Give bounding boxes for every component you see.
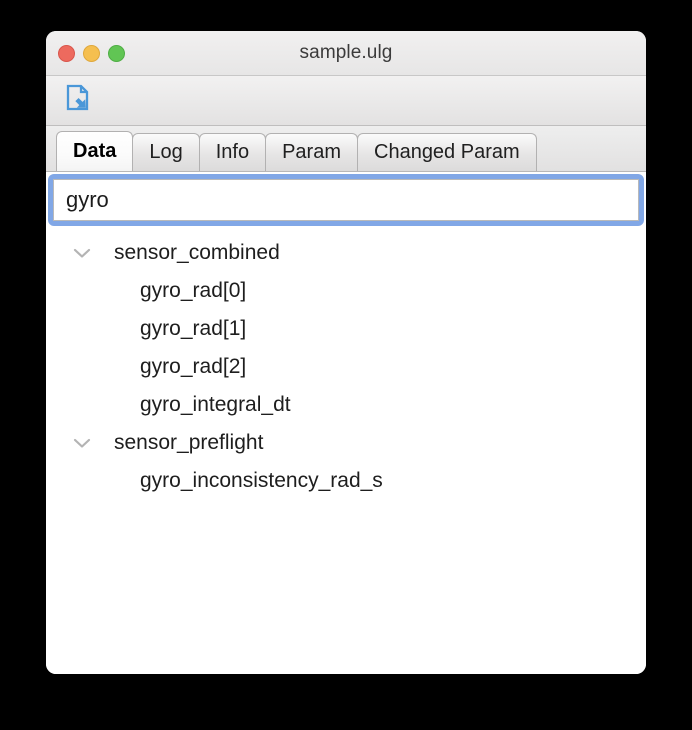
tree-item-gyro-inconsistency-rad-s[interactable]: gyro_inconsistency_rad_s	[46, 462, 646, 500]
tree-item-label: gyro_inconsistency_rad_s	[140, 469, 383, 492]
tab-param-label: Param	[282, 141, 341, 163]
tab-param[interactable]: Param	[265, 133, 358, 171]
window-controls	[58, 31, 125, 75]
tab-changed-param[interactable]: Changed Param	[357, 133, 537, 171]
tree-item-label: gyro_integral_dt	[140, 393, 291, 416]
tree-item-gyro-integral-dt[interactable]: gyro_integral_dt	[46, 386, 646, 424]
tab-data-label: Data	[73, 140, 117, 162]
tab-log[interactable]: Log	[132, 133, 200, 171]
tab-info[interactable]: Info	[198, 133, 267, 171]
tree-item-label: sensor_combined	[114, 241, 280, 264]
tree-item-gyro-rad-1[interactable]: gyro_rad[1]	[46, 310, 646, 348]
maximize-button[interactable]	[108, 44, 125, 62]
tab-info-label: Info	[215, 141, 250, 163]
tree-item-label: gyro_rad[2]	[140, 355, 247, 378]
tab-changed-param-label: Changed Param	[374, 141, 520, 163]
close-button[interactable]	[58, 44, 75, 62]
tab-data[interactable]: Data	[56, 131, 134, 171]
toolbar	[46, 76, 646, 126]
app-window: sample.ulg Data Log Info Param Changed P…	[46, 31, 646, 674]
chevron-down-icon[interactable]	[68, 234, 96, 272]
tree-item-label: gyro_rad[0]	[140, 279, 247, 302]
tree-item-label: gyro_rad[1]	[140, 317, 247, 340]
tab-log-label: Log	[149, 141, 183, 163]
tree-group-sensor-preflight[interactable]: sensor_preflight	[46, 424, 646, 462]
tree-item-gyro-rad-0[interactable]: gyro_rad[0]	[46, 272, 646, 310]
minimize-button[interactable]	[83, 44, 100, 62]
data-tree[interactable]: sensor_combined gyro_rad[0] gyro_rad[1] …	[46, 226, 646, 674]
tree-item-gyro-rad-2[interactable]: gyro_rad[2]	[46, 348, 646, 386]
search-field[interactable]	[53, 179, 639, 221]
tab-bar: Data Log Info Param Changed Param	[46, 126, 646, 172]
window-title: sample.ulg	[299, 42, 393, 63]
open-file-icon	[65, 84, 91, 117]
open-file-button[interactable]	[58, 82, 98, 120]
title-bar: sample.ulg	[46, 31, 646, 76]
tree-group-sensor-combined[interactable]: sensor_combined	[46, 234, 646, 272]
search-focus-ring	[48, 174, 644, 226]
search-container	[46, 172, 646, 226]
tree-item-label: sensor_preflight	[114, 431, 264, 454]
chevron-down-icon[interactable]	[68, 424, 96, 462]
search-input[interactable]	[54, 180, 638, 220]
